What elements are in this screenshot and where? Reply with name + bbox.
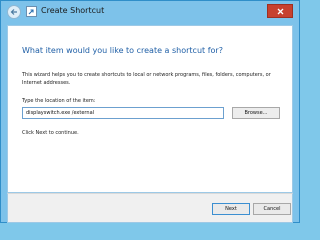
cancel-button[interactable]: Cancel bbox=[253, 203, 291, 215]
close-icon bbox=[277, 8, 284, 15]
shortcut-icon bbox=[26, 6, 37, 17]
window-title: Create Shortcut bbox=[41, 6, 105, 15]
next-button[interactable]: Next bbox=[212, 203, 250, 215]
wizard-heading: What item would you like to create a sho… bbox=[22, 46, 223, 55]
location-label: Type the location of the item: bbox=[22, 98, 96, 104]
browse-button[interactable]: Browse... bbox=[232, 107, 280, 119]
wizard-description: This wizard helps you to create shortcut… bbox=[22, 72, 271, 86]
create-shortcut-window: Create Shortcut What item would you like… bbox=[0, 0, 300, 223]
title-bar[interactable]: Create Shortcut bbox=[1, 1, 299, 25]
close-button[interactable] bbox=[267, 4, 293, 18]
location-input[interactable] bbox=[22, 107, 224, 119]
wizard-footer: Next Cancel bbox=[7, 193, 293, 223]
continue-hint: Click Next to continue. bbox=[22, 130, 79, 136]
back-button[interactable] bbox=[7, 5, 21, 19]
wizard-content: What item would you like to create a sho… bbox=[7, 25, 293, 193]
back-arrow-icon bbox=[10, 9, 17, 15]
